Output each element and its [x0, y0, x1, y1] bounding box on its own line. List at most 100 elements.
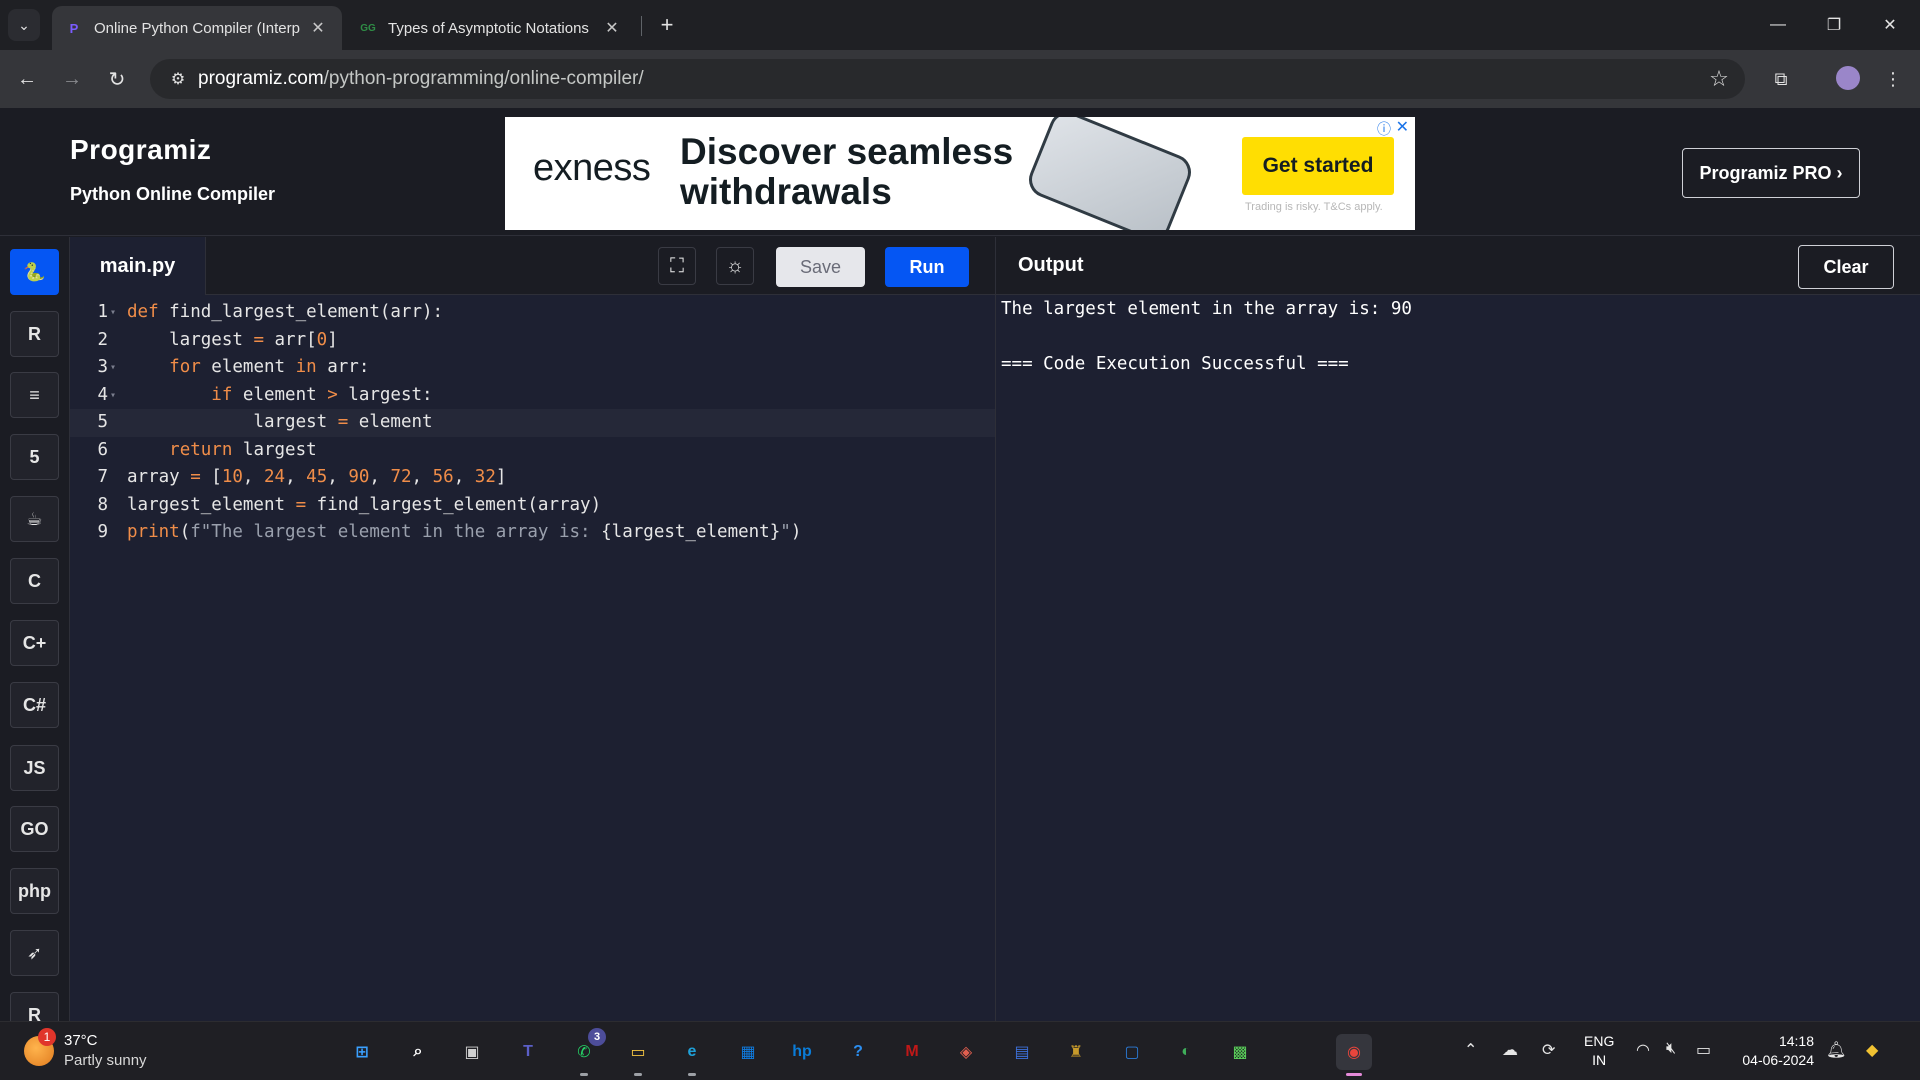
taskbar-app-window-button[interactable]: ▢: [1114, 1034, 1150, 1070]
wifi-icon[interactable]: ◠: [1636, 1040, 1650, 1060]
fold-arrow-icon[interactable]: ▾: [110, 299, 116, 327]
language-c-button[interactable]: C: [10, 558, 59, 604]
fold-arrow-icon[interactable]: ▾: [110, 382, 116, 410]
window-close-button[interactable]: ✕: [1870, 8, 1910, 42]
language-html-button[interactable]: 5: [10, 434, 59, 480]
restore-button[interactable]: ❐: [1814, 8, 1854, 42]
browser-tab-strip: ⌄ P Online Python Compiler (Interp ✕ GG …: [0, 0, 1920, 50]
code-text[interactable]: largest = arr[0]: [127, 327, 338, 355]
ad-banner[interactable]: exness Discover seamless withdrawals Get…: [505, 117, 1415, 230]
taskbar-app-chip-button[interactable]: ▩: [1222, 1034, 1258, 1070]
browser-tab-active[interactable]: P Online Python Compiler (Interp ✕: [52, 6, 342, 50]
site-info-icon[interactable]: ⚙: [158, 69, 198, 89]
notification-bell-icon[interactable]: 🔔︎: [1826, 1040, 1846, 1060]
code-text[interactable]: print(f"The largest element in the array…: [127, 519, 801, 547]
ad-close-icon[interactable]: ✕: [1396, 117, 1409, 137]
taskbar-start-button[interactable]: ⊞: [344, 1034, 380, 1070]
code-line[interactable]: 2 largest = arr[0]: [70, 327, 995, 355]
fold-arrow-icon[interactable]: ▾: [110, 354, 116, 382]
system-clock[interactable]: 14:18 04-06-2024: [1734, 1032, 1814, 1070]
weather-temperature[interactable]: 37°C: [64, 1032, 98, 1049]
language-php-button[interactable]: php: [10, 868, 59, 914]
address-bar[interactable]: ⚙ programiz.com/python-programming/onlin…: [150, 59, 1745, 99]
language-javascript-button[interactable]: JS: [10, 745, 59, 791]
language-r-button[interactable]: R: [10, 311, 59, 357]
taskbar-whatsapp-button[interactable]: ✆ 3: [566, 1028, 606, 1076]
taskbar-edge-button[interactable]: e: [674, 1034, 710, 1076]
output-panel[interactable]: The largest element in the array is: 90 =…: [995, 295, 1920, 1021]
back-button[interactable]: ←: [10, 62, 44, 96]
taskbar-search-button[interactable]: ⌕: [400, 1034, 436, 1070]
tab-search-button[interactable]: ⌄: [8, 9, 40, 41]
theme-toggle-button[interactable]: ☼: [716, 247, 754, 285]
onedrive-icon[interactable]: ☁: [1502, 1040, 1518, 1060]
code-text[interactable]: largest = element: [127, 409, 432, 437]
code-line[interactable]: 3 ▾ for element in arr:: [70, 354, 995, 382]
star-icon[interactable]: ☆: [1699, 66, 1739, 92]
code-text[interactable]: largest_element = find_largest_element(a…: [127, 492, 601, 520]
code-line[interactable]: 4 ▾ if element > largest:: [70, 382, 995, 410]
taskbar-help-button[interactable]: ?: [840, 1034, 876, 1070]
taskbar-teams-button[interactable]: T: [510, 1034, 546, 1070]
ad-info-icon[interactable]: ⓘ: [1377, 119, 1391, 139]
run-button[interactable]: Run: [885, 247, 969, 287]
taskbar-app-green-button[interactable]: ◐: [1168, 1034, 1204, 1070]
code-text[interactable]: if element > largest:: [127, 382, 432, 410]
speaker-muted-icon[interactable]: 🔇︎: [1666, 1040, 1676, 1058]
minimize-button[interactable]: —: [1758, 8, 1798, 42]
language-cpp-button[interactable]: C+: [10, 620, 59, 666]
programiz-pro-button[interactable]: Programiz PRO ›: [1682, 148, 1860, 198]
taskbar-app-red-button[interactable]: ◈: [948, 1034, 984, 1070]
browser-menu-button[interactable]: ⋮: [1876, 62, 1910, 96]
taskbar-app-gold-button[interactable]: ♜: [1058, 1034, 1094, 1070]
code-line[interactable]: 8 largest_element = find_largest_element(…: [70, 492, 995, 520]
taskbar-chrome-button[interactable]: ◉: [1336, 1034, 1372, 1076]
taskbar-myhp-button[interactable]: hp: [784, 1034, 820, 1070]
copilot-icon[interactable]: ◆: [1866, 1040, 1878, 1060]
ad-cta-button[interactable]: Get started: [1242, 137, 1394, 195]
weather-description[interactable]: Partly sunny: [64, 1052, 147, 1069]
code-line[interactable]: 1 ▾ def find_largest_element(arr):: [70, 299, 995, 327]
taskbar-microsoft-store-button[interactable]: ▦: [730, 1034, 766, 1070]
code-editor[interactable]: 1 ▾ def find_largest_element(arr): 2 larges…: [70, 295, 995, 1021]
code-text[interactable]: array = [10, 24, 45, 90, 72, 56, 32]: [127, 464, 506, 492]
language-csharp-button[interactable]: C#: [10, 682, 59, 728]
code-text[interactable]: for element in arr:: [127, 354, 369, 382]
code-line[interactable]: 7 array = [10, 24, 45, 90, 72, 56, 32]: [70, 464, 995, 492]
code-line[interactable]: 9 print(f"The largest element in the arra…: [70, 519, 995, 547]
clear-button[interactable]: Clear: [1798, 245, 1894, 289]
close-icon[interactable]: ✕: [602, 18, 622, 38]
forward-button[interactable]: →: [55, 62, 89, 96]
input-language-indicator[interactable]: ENG IN: [1584, 1032, 1614, 1070]
line-number: 8: [97, 494, 108, 515]
code-text[interactable]: def find_largest_element(arr):: [127, 299, 443, 327]
fullscreen-button[interactable]: ⛶: [658, 247, 696, 285]
taskbar-mcafee-button[interactable]: M: [894, 1034, 930, 1070]
language-swift-button[interactable]: ➶: [10, 930, 59, 976]
plus-icon: +: [660, 12, 674, 37]
browser-tab[interactable]: GG Types of Asymptotic Notations ✕: [346, 6, 636, 50]
reload-button[interactable]: ↻: [100, 62, 134, 96]
language-python-button[interactable]: 🐍: [10, 249, 59, 295]
battery-icon[interactable]: ▭: [1696, 1040, 1711, 1060]
close-icon[interactable]: ✕: [308, 18, 328, 38]
taskbar-file-explorer-button[interactable]: ▭: [620, 1034, 656, 1076]
code-line[interactable]: 6 return largest: [70, 437, 995, 465]
language-java-button[interactable]: ☕: [10, 496, 59, 542]
new-tab-button[interactable]: +: [652, 10, 682, 40]
code-line[interactable]: 5 largest = element: [70, 409, 995, 437]
sync-icon[interactable]: ⟳: [1542, 1040, 1555, 1060]
programiz-logo[interactable]: Programiz: [70, 134, 211, 166]
chevron-up-icon[interactable]: ⌃: [1464, 1040, 1477, 1060]
taskbar-task-view-button[interactable]: ▣: [454, 1034, 490, 1070]
url-text[interactable]: programiz.com/python-programming/online-…: [198, 68, 1699, 90]
file-tab[interactable]: main.py: [70, 237, 206, 295]
language-sql-button[interactable]: ≡: [10, 372, 59, 418]
language-go-button[interactable]: GO: [10, 806, 59, 852]
language-rust-button[interactable]: R: [10, 992, 59, 1021]
profile-avatar[interactable]: [1836, 66, 1860, 90]
extensions-button[interactable]: ⧉: [1764, 62, 1798, 96]
code-text[interactable]: return largest: [127, 437, 317, 465]
save-button[interactable]: Save: [776, 247, 865, 287]
taskbar-app-blue-button[interactable]: ▤: [1004, 1034, 1040, 1070]
